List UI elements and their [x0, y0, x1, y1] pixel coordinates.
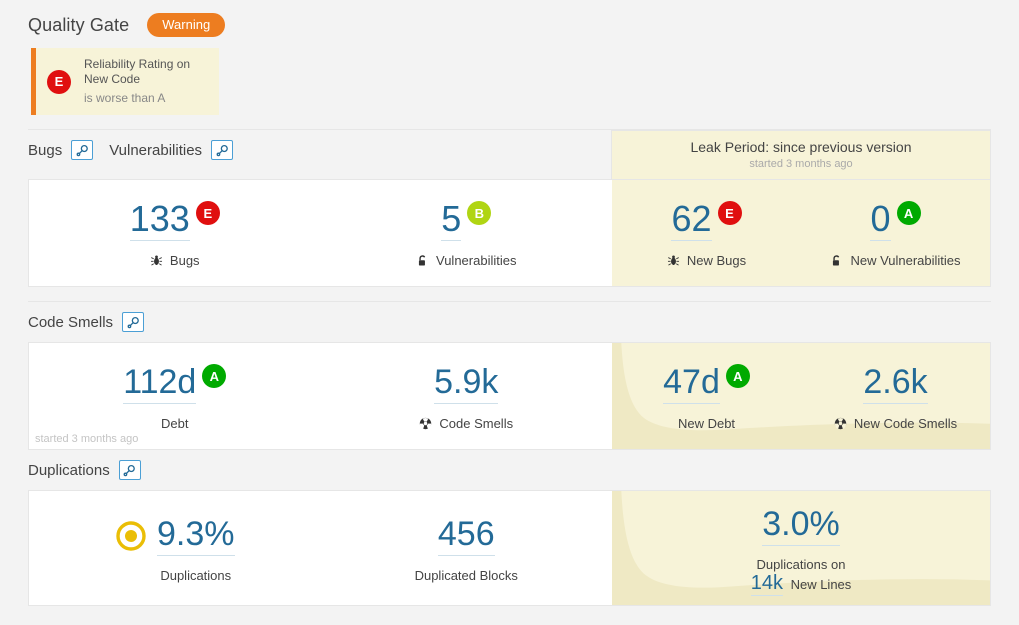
- quality-gate-title: Quality Gate: [28, 14, 130, 35]
- code-smells-label: Code Smells: [439, 416, 514, 431]
- leak-period-subtitle: started 3 months ago: [749, 158, 853, 170]
- new-bugs-value[interactable]: 62: [671, 200, 712, 241]
- duplicated-blocks-value[interactable]: 456: [437, 515, 495, 556]
- section-duplications: Duplications 9.3% Duplications 456 Dupli…: [0, 450, 1019, 606]
- code-smells-section-head: Code Smells: [28, 302, 991, 342]
- bugs-leak-panel: 62 E New Bugs 0 A New Vulnerabilities: [612, 180, 990, 286]
- debt-rating-badge[interactable]: A: [202, 364, 227, 388]
- open-lock-icon: [416, 254, 429, 268]
- bugs-main-panel: 133 E Bugs 5 B Vulnerabilities: [29, 180, 612, 286]
- magnifier-icon[interactable]: [118, 460, 141, 480]
- bug-icon: [667, 254, 680, 267]
- new-debt-rating-badge[interactable]: A: [725, 364, 750, 388]
- vulnerabilities-label: Vulnerabilities: [436, 253, 517, 268]
- duplications-value[interactable]: 9.3%: [157, 515, 235, 556]
- new-bugs-label: New Bugs: [686, 253, 747, 268]
- bugs-header-row: Bugs Vulnerabilities Leak Period: since …: [28, 130, 991, 179]
- project-overview-page: Quality Gate Warning E Reliability Ratin…: [0, 0, 1019, 625]
- new-code-smells-label: New Code Smells: [853, 416, 958, 431]
- debt-value[interactable]: 112d: [123, 363, 197, 404]
- metric-new-bugs: 62 E New Bugs: [612, 180, 801, 286]
- debt-label: Debt: [161, 416, 189, 431]
- code-smells-card: 112d A Debt 5.9k Code Smells started 3 m…: [28, 342, 991, 450]
- bugs-label: Bugs: [169, 253, 200, 268]
- duplications-metric-label: Duplications: [160, 568, 232, 583]
- code-smells-value[interactable]: 5.9k: [434, 363, 499, 404]
- duplications-section-head: Duplications: [28, 450, 991, 490]
- code-smells-label: Code Smells: [28, 313, 114, 331]
- section-code-smells: Code Smells 112d A Debt 5.9k Code Smells…: [0, 302, 1019, 450]
- bug-icon: [150, 254, 163, 267]
- new-vulnerabilities-value[interactable]: 0: [870, 200, 891, 241]
- condition-rating-badge: E: [47, 69, 71, 94]
- new-lines-value[interactable]: 14k: [750, 571, 783, 596]
- duplications-leak-panel: 3.0% Duplications on 14k New Lines: [612, 491, 990, 605]
- code-smell-icon: [419, 417, 432, 430]
- code-smells-leak-panel: 47d A New Debt 2.6k New Code Smells: [612, 343, 990, 449]
- condition-detail: is worse than A: [84, 91, 166, 105]
- quality-gate-header: Quality Gate Warning: [0, 0, 1019, 40]
- code-smells-main-panel: 112d A Debt 5.9k Code Smells started 3 m…: [29, 343, 612, 449]
- vulnerabilities-value[interactable]: 5: [441, 200, 462, 241]
- leak-period-header: Leak Period: since previous version star…: [611, 130, 991, 179]
- metric-bugs: 133 E Bugs: [29, 180, 321, 286]
- bugs-value[interactable]: 133: [129, 200, 190, 241]
- metric-code-smells: 5.9k Code Smells: [321, 343, 613, 449]
- new-bugs-rating-badge[interactable]: E: [717, 201, 742, 225]
- quality-gate-status-badge: Warning: [147, 13, 226, 37]
- magnifier-icon[interactable]: [71, 140, 94, 160]
- new-duplications-label-line1: Duplications on: [756, 556, 846, 572]
- new-duplications-label-line2: New Lines: [790, 576, 852, 592]
- magnifier-icon[interactable]: [211, 140, 234, 160]
- leak-period-title: Leak Period: since previous version: [690, 139, 912, 155]
- metric-new-code-smells: 2.6k New Code Smells: [801, 343, 990, 449]
- quality-gate-condition[interactable]: E Reliability Rating on New Code is wors…: [31, 48, 219, 115]
- duplications-card: 9.3% Duplications 456 Duplicated Blocks: [28, 490, 991, 606]
- new-vulnerabilities-label: New Vulnerabilities: [850, 253, 961, 268]
- new-debt-value[interactable]: 47d: [663, 363, 720, 404]
- bugs-section-head: Bugs Vulnerabilities: [28, 130, 611, 170]
- magnifier-icon[interactable]: [122, 312, 145, 332]
- bugs-rating-badge[interactable]: E: [195, 201, 220, 225]
- duplication-donut-icon: [115, 520, 147, 552]
- open-lock-icon: [830, 254, 843, 268]
- duplications-label: Duplications: [28, 461, 110, 479]
- metric-duplicated-blocks: 456 Duplicated Blocks: [321, 491, 613, 605]
- metric-duplications: 9.3% Duplications: [29, 491, 321, 605]
- metric-new-debt: 47d A New Debt: [612, 343, 801, 449]
- metric-new-duplications: 3.0% Duplications on 14k New Lines: [612, 491, 990, 605]
- condition-name: Reliability Rating on New Code: [84, 57, 191, 86]
- bugs-vulnerabilities-card: 133 E Bugs 5 B Vulnerabilities 62 E New …: [28, 179, 991, 287]
- duplications-main-panel: 9.3% Duplications 456 Duplicated Blocks: [29, 491, 612, 605]
- new-vulnerabilities-rating-badge[interactable]: A: [896, 201, 921, 225]
- vulnerabilities-label: Vulnerabilities: [109, 141, 203, 159]
- code-smell-icon: [834, 417, 847, 430]
- metric-vulnerabilities: 5 B Vulnerabilities: [321, 180, 613, 286]
- leak-started-note: started 3 months ago: [35, 433, 139, 445]
- bugs-label: Bugs: [28, 141, 63, 159]
- condition-text: Reliability Rating on New Code is worse …: [84, 57, 209, 106]
- new-code-smells-value[interactable]: 2.6k: [863, 363, 928, 404]
- section-bugs-vulnerabilities: Bugs Vulnerabilities Leak Period: since …: [0, 130, 1019, 287]
- vulnerabilities-rating-badge[interactable]: B: [467, 201, 492, 225]
- metric-new-vulnerabilities: 0 A New Vulnerabilities: [801, 180, 990, 286]
- duplicated-blocks-label: Duplicated Blocks: [414, 568, 518, 583]
- new-debt-label: New Debt: [677, 416, 736, 431]
- quality-gate-conditions: E Reliability Rating on New Code is wors…: [0, 40, 1019, 115]
- new-duplications-value[interactable]: 3.0%: [762, 505, 840, 546]
